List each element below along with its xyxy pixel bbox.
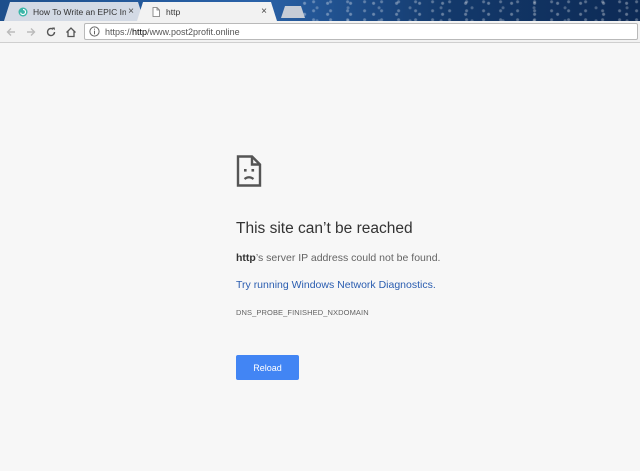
- back-arrow-icon: [6, 27, 15, 36]
- home-button[interactable]: [62, 23, 80, 41]
- back-button[interactable]: [2, 23, 20, 41]
- error-description-text: ’s server IP address could not be found.: [255, 252, 441, 264]
- url-host: http: [132, 26, 148, 37]
- error-code: DNS_PROBE_FINISHED_NXDOMAIN: [236, 308, 369, 317]
- url-scheme: https://: [105, 26, 133, 37]
- tab-title: http: [166, 6, 181, 17]
- url-path: /www.post2profit.online: [147, 26, 240, 37]
- tab-close-icon[interactable]: ×: [126, 7, 136, 17]
- tab-title: How To Write an EPIC Int: [33, 6, 126, 17]
- reload-icon: [46, 27, 56, 36]
- reload-button[interactable]: Reload: [236, 355, 299, 380]
- address-bar[interactable]: https://http/www.post2profit.online: [84, 23, 638, 40]
- tab-strip: How To Write an EPIC Int × http ×: [0, 0, 640, 21]
- browser-toolbar: https://http/www.post2profit.online: [0, 21, 640, 43]
- tab-epic-intro[interactable]: How To Write an EPIC Int ×: [4, 2, 144, 21]
- error-title: This site can’t be reached: [236, 220, 413, 237]
- document-icon: [151, 7, 161, 17]
- error-host: http: [236, 252, 256, 264]
- sad-page-icon: [236, 155, 262, 187]
- forward-arrow-icon: [27, 27, 36, 36]
- reload-toolbar-button[interactable]: [42, 23, 60, 41]
- home-icon: [66, 26, 76, 37]
- spiral-favicon-icon: [18, 7, 28, 17]
- tab-http[interactable]: http ×: [137, 2, 277, 21]
- network-diagnostics-link[interactable]: Try running Windows Network Diagnostics.: [236, 279, 436, 291]
- new-tab-button[interactable]: [281, 6, 305, 18]
- forward-button[interactable]: [22, 23, 40, 41]
- error-content: This site can’t be reached http’s server…: [236, 155, 596, 317]
- tab-close-icon[interactable]: ×: [259, 7, 269, 17]
- info-icon[interactable]: [89, 26, 100, 37]
- error-description: http’s server IP address could not be fo…: [236, 252, 596, 264]
